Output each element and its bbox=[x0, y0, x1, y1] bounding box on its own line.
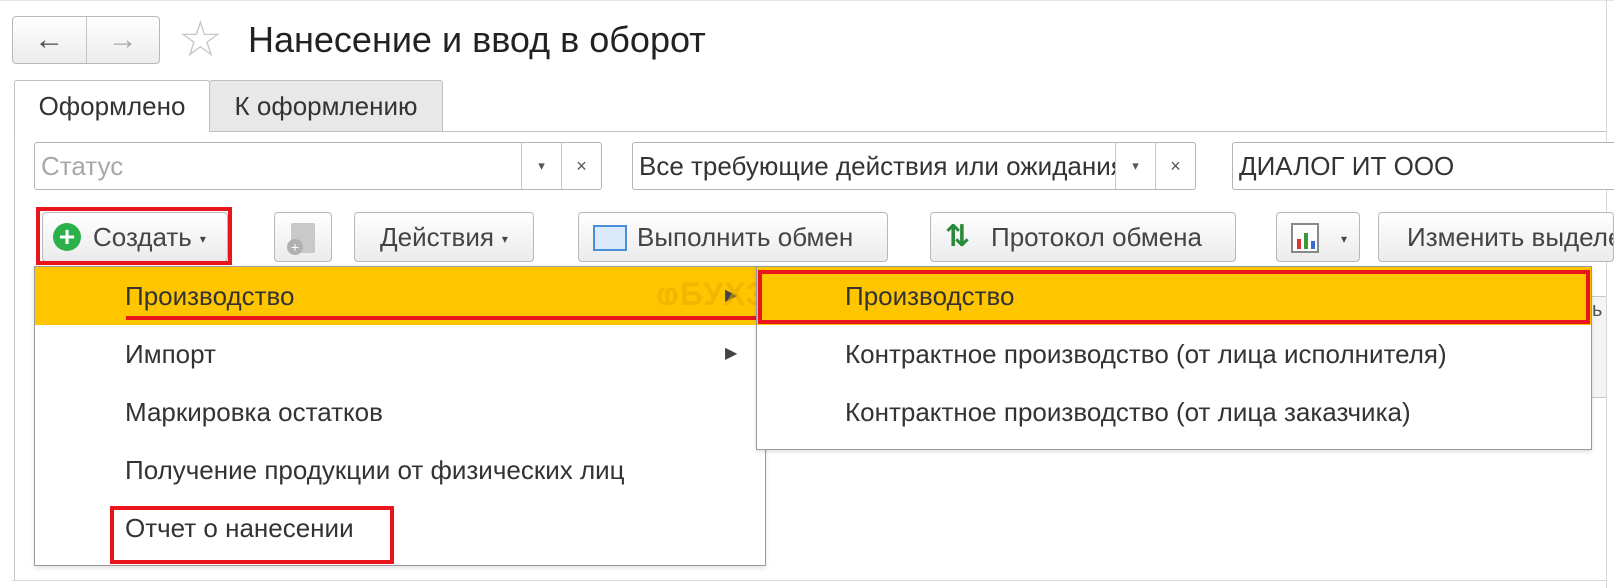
list-background-fragment: ь bbox=[1592, 296, 1606, 398]
tab-k-oformleniyu[interactable]: К оформлению bbox=[209, 80, 443, 132]
arrow-right-icon: → bbox=[107, 23, 138, 56]
arrow-left-icon: ← bbox=[34, 23, 65, 56]
status-dropdown-button[interactable]: ▾ bbox=[521, 143, 561, 189]
window-border-top bbox=[0, 0, 1614, 1]
chevron-down-icon: ▾ bbox=[1132, 158, 1139, 173]
run-exchange-button[interactable]: Выполнить обмен bbox=[578, 212, 888, 262]
window-border-right bbox=[1606, 0, 1607, 588]
status-input[interactable]: Статус bbox=[35, 143, 521, 189]
state-dropdown-button[interactable]: ▾ bbox=[1115, 143, 1155, 189]
chevron-down-icon: ▾ bbox=[1341, 232, 1348, 247]
tab-oformleno[interactable]: Оформлено bbox=[14, 80, 210, 132]
organization-input[interactable]: ДИАЛОГ ИТ ООО bbox=[1233, 143, 1614, 189]
change-selected-button[interactable]: Изменить выделенные bbox=[1378, 212, 1614, 262]
exchange-protocol-button[interactable]: ⇅ Протокол обмена bbox=[930, 212, 1236, 262]
app-window: ← → ☆ Нанесение и ввод в оборот Оформлен… bbox=[0, 0, 1614, 588]
state-input[interactable]: Все требующие действия или ожидания bbox=[633, 143, 1115, 189]
form-left-border bbox=[14, 132, 15, 580]
chevron-down-icon: ▾ bbox=[538, 158, 545, 173]
tab-strip-divider bbox=[443, 131, 1606, 132]
chevron-down-icon: ▾ bbox=[501, 232, 508, 247]
annotation-underline-proizvodstvo bbox=[126, 316, 766, 320]
menu-item-label: Импорт bbox=[125, 339, 216, 369]
favorite-star-icon[interactable]: ☆ bbox=[178, 14, 223, 64]
list-fragment-text: ь bbox=[1592, 299, 1603, 321]
page-title: Нанесение и ввод в оборот bbox=[248, 19, 706, 60]
menu-item-label: Получение продукции от физических лиц bbox=[125, 455, 625, 485]
run-exchange-label: Выполнить обмен bbox=[637, 222, 854, 252]
status-clear-button[interactable]: × bbox=[561, 143, 601, 189]
annotation-highlight-submenu bbox=[758, 270, 1590, 324]
actions-button-label: Действия bbox=[380, 222, 494, 252]
menu-item-label: Производство bbox=[125, 281, 295, 311]
menu-item-markirovka-ostatkov[interactable]: Маркировка остатков bbox=[35, 383, 765, 441]
state-clear-button[interactable]: × bbox=[1155, 143, 1195, 189]
menu-item-import[interactable]: Импорт ▶ bbox=[35, 325, 765, 383]
submenu-item-label: Контрактное производство (от лица заказч… bbox=[845, 397, 1411, 427]
submenu-item-contract-customer[interactable]: Контрактное производство (от лица заказч… bbox=[757, 383, 1591, 441]
copy-button[interactable]: + bbox=[274, 212, 332, 262]
state-filter: Все требующие действия или ожидания ▾ × bbox=[632, 142, 1196, 190]
add-small-icon: + bbox=[287, 239, 303, 255]
annotation-highlight-report bbox=[110, 506, 394, 564]
forward-button[interactable]: → bbox=[87, 17, 160, 63]
submenu-item-label: Контрактное производство (от лица исполн… bbox=[845, 339, 1447, 369]
status-filter: Статус ▾ × bbox=[34, 142, 602, 190]
envelope-icon bbox=[593, 225, 627, 251]
annotation-highlight-create bbox=[36, 207, 232, 265]
submenu-arrow-icon: ▶ bbox=[725, 345, 738, 362]
close-icon: × bbox=[1170, 155, 1181, 176]
window-border-bottom bbox=[12, 580, 1606, 581]
close-icon: × bbox=[576, 155, 587, 176]
change-selected-label: Изменить выделенные bbox=[1407, 222, 1613, 252]
submenu-item-contract-executor[interactable]: Контрактное производство (от лица исполн… bbox=[757, 325, 1591, 383]
actions-button[interactable]: Действия ▾ bbox=[354, 212, 534, 262]
organization-filter: ДИАЛОГ ИТ ООО bbox=[1232, 142, 1614, 190]
menu-item-poluchenie-produkcii[interactable]: Получение продукции от физических лиц bbox=[35, 441, 765, 499]
reports-button[interactable]: ▾ bbox=[1276, 212, 1360, 262]
report-chart-icon bbox=[1291, 223, 1319, 253]
exchange-protocol-label: Протокол обмена bbox=[991, 222, 1202, 252]
exchange-arrows-icon: ⇅ bbox=[945, 220, 971, 253]
navigation-buttons: ← → bbox=[12, 16, 160, 64]
menu-item-label: Маркировка остатков bbox=[125, 397, 383, 427]
back-button[interactable]: ← bbox=[13, 17, 87, 63]
